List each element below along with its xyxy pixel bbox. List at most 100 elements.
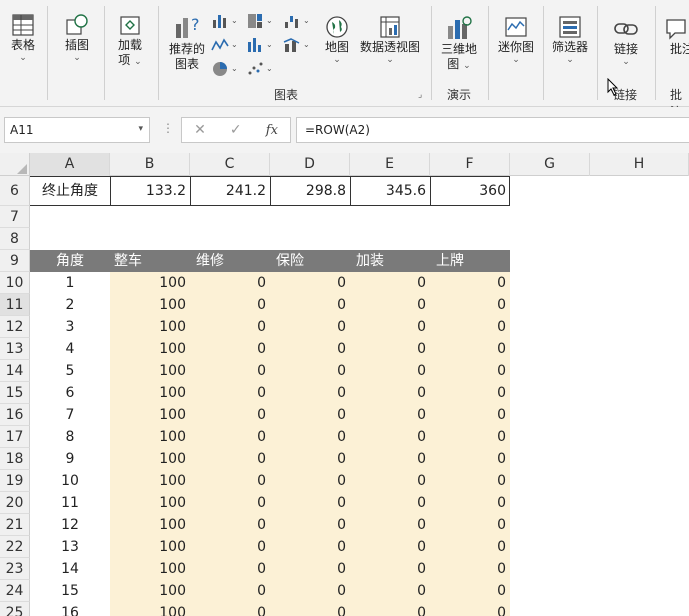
column-header-f[interactable]: F <box>430 153 510 176</box>
value-cell[interactable]: 0 <box>190 360 270 382</box>
insert-function-icon[interactable]: fx <box>266 123 278 138</box>
value-cell[interactable]: 0 <box>350 404 430 426</box>
value-cell[interactable]: 0 <box>430 426 510 448</box>
value-cell[interactable]: 0 <box>350 492 430 514</box>
value-cell[interactable]: 0 <box>190 580 270 602</box>
value-cell[interactable]: 0 <box>430 382 510 404</box>
row-header[interactable]: 17 <box>0 426 30 448</box>
column-header-g[interactable]: G <box>510 153 590 176</box>
end-angle-cell[interactable]: 345.6 <box>350 176 430 206</box>
line-chart-button[interactable]: ⌄ <box>211 36 238 54</box>
value-cell[interactable]: 0 <box>190 536 270 558</box>
value-cell[interactable]: 0 <box>190 294 270 316</box>
row-header[interactable]: 8 <box>0 228 30 250</box>
value-cell[interactable]: 0 <box>350 602 430 616</box>
value-cell[interactable]: 100 <box>110 294 190 316</box>
addins-button[interactable]: 加载 项 ⌄ <box>110 12 150 68</box>
value-cell[interactable]: 0 <box>190 426 270 448</box>
value-cell[interactable]: 0 <box>350 536 430 558</box>
column-title[interactable]: 上牌 <box>430 250 510 272</box>
value-cell[interactable]: 0 <box>430 294 510 316</box>
value-cell[interactable]: 0 <box>430 338 510 360</box>
value-cell[interactable]: 0 <box>350 272 430 294</box>
angle-cell[interactable]: 5 <box>30 360 110 382</box>
column-header-h[interactable]: H <box>590 153 689 176</box>
column-chart-button[interactable]: ⌄ <box>211 12 238 30</box>
row-header[interactable]: 6 <box>0 176 30 206</box>
end-angle-cell[interactable]: 298.8 <box>270 176 350 206</box>
table-button[interactable]: 表格 ⌄ <box>6 12 40 63</box>
value-cell[interactable]: 0 <box>270 602 350 616</box>
value-cell[interactable]: 0 <box>350 382 430 404</box>
pie-chart-button[interactable]: ⌄ <box>211 60 238 78</box>
chevron-down-icon[interactable]: ▾ <box>138 124 143 134</box>
angle-cell[interactable]: 9 <box>30 448 110 470</box>
statistic-chart-button[interactable]: ⌄ <box>246 36 273 54</box>
recommended-charts-button[interactable]: ? 推荐的 图表 <box>166 12 208 72</box>
row-header[interactable]: 18 <box>0 448 30 470</box>
angle-cell[interactable]: 11 <box>30 492 110 514</box>
value-cell[interactable]: 100 <box>110 404 190 426</box>
value-cell[interactable]: 0 <box>430 536 510 558</box>
value-cell[interactable]: 0 <box>190 448 270 470</box>
value-cell[interactable]: 0 <box>270 492 350 514</box>
value-cell[interactable]: 0 <box>190 602 270 616</box>
splitter-handle-icon[interactable]: ⋮ <box>162 121 174 135</box>
value-cell[interactable]: 0 <box>270 294 350 316</box>
column-header-a[interactable]: A <box>30 153 110 176</box>
value-cell[interactable]: 100 <box>110 536 190 558</box>
column-title[interactable]: 角度 <box>30 250 110 272</box>
row-header[interactable]: 10 <box>0 272 30 294</box>
angle-cell[interactable]: 3 <box>30 316 110 338</box>
row-header[interactable]: 9 <box>0 250 30 272</box>
value-cell[interactable]: 0 <box>350 316 430 338</box>
formula-input[interactable]: =ROW(A2) <box>296 117 689 143</box>
value-cell[interactable]: 0 <box>350 360 430 382</box>
illustrations-button[interactable]: 插图 ⌄ <box>58 12 96 63</box>
column-header-b[interactable]: B <box>110 153 190 176</box>
value-cell[interactable]: 100 <box>110 602 190 616</box>
row-header[interactable]: 25 <box>0 602 30 616</box>
value-cell[interactable]: 0 <box>270 338 350 360</box>
value-cell[interactable]: 0 <box>270 536 350 558</box>
end-angle-label[interactable]: 终止角度 <box>30 176 110 206</box>
value-cell[interactable]: 100 <box>110 360 190 382</box>
value-cell[interactable]: 0 <box>350 294 430 316</box>
value-cell[interactable]: 100 <box>110 448 190 470</box>
link-button[interactable]: 链接 ⌄ <box>606 16 646 67</box>
value-cell[interactable]: 100 <box>110 426 190 448</box>
column-header-d[interactable]: D <box>270 153 350 176</box>
value-cell[interactable]: 0 <box>350 514 430 536</box>
value-cell[interactable]: 0 <box>350 426 430 448</box>
row-header[interactable]: 24 <box>0 580 30 602</box>
value-cell[interactable]: 0 <box>270 470 350 492</box>
value-cell[interactable]: 0 <box>270 382 350 404</box>
select-all-button[interactable] <box>0 153 30 176</box>
combo-chart-button[interactable]: ⌄ <box>283 36 310 54</box>
column-title[interactable]: 保险 <box>270 250 350 272</box>
value-cell[interactable]: 0 <box>190 558 270 580</box>
3d-map-button[interactable]: 三维地 图 ⌄ <box>438 14 480 72</box>
row-header[interactable]: 23 <box>0 558 30 580</box>
value-cell[interactable]: 0 <box>190 272 270 294</box>
angle-cell[interactable]: 12 <box>30 514 110 536</box>
value-cell[interactable]: 0 <box>350 580 430 602</box>
value-cell[interactable]: 0 <box>430 316 510 338</box>
value-cell[interactable]: 0 <box>430 360 510 382</box>
value-cell[interactable]: 0 <box>430 448 510 470</box>
value-cell[interactable]: 0 <box>190 404 270 426</box>
end-angle-cell[interactable]: 241.2 <box>190 176 270 206</box>
scatter-chart-button[interactable]: ⌄ <box>246 60 273 78</box>
value-cell[interactable]: 100 <box>110 338 190 360</box>
value-cell[interactable]: 0 <box>190 470 270 492</box>
filters-button[interactable]: 筛选器 ⌄ <box>550 14 590 65</box>
angle-cell[interactable]: 16 <box>30 602 110 616</box>
value-cell[interactable]: 0 <box>270 316 350 338</box>
value-cell[interactable]: 100 <box>110 272 190 294</box>
dialog-launcher-icon[interactable]: ⌟ <box>418 90 422 100</box>
angle-cell[interactable]: 15 <box>30 580 110 602</box>
column-title[interactable]: 加装 <box>350 250 430 272</box>
value-cell[interactable]: 100 <box>110 580 190 602</box>
angle-cell[interactable]: 1 <box>30 272 110 294</box>
value-cell[interactable]: 0 <box>190 338 270 360</box>
